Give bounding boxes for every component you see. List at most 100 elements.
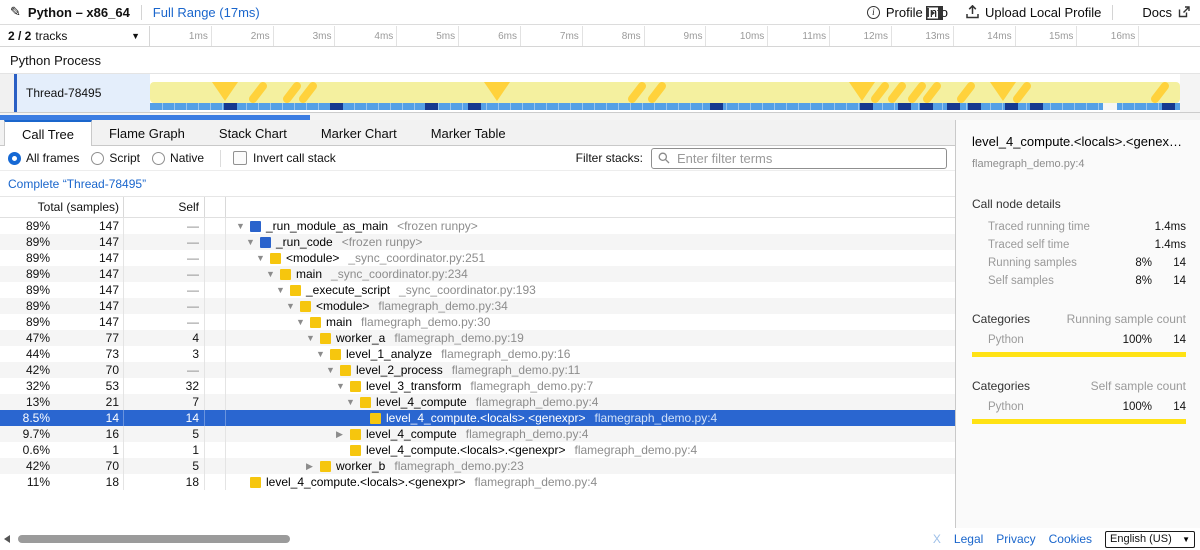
cell-function: ▼main_sync_coordinator.py:234 [226, 266, 955, 282]
expand-icon[interactable]: ▶ [336, 429, 350, 440]
collapse-icon[interactable]: ▼ [246, 237, 260, 247]
table-row[interactable]: 9.7%165▶level_4_computeflamegraph_demo.p… [0, 426, 955, 442]
thread-track[interactable]: Thread-78495 [0, 74, 1200, 112]
process-track[interactable]: Python Process [0, 47, 1200, 74]
total-count: 14 [50, 411, 123, 425]
table-row[interactable]: 42%70—▼level_2_processflamegraph_demo.py… [0, 362, 955, 378]
self-count: — [187, 363, 199, 377]
edit-pencil-icon[interactable]: ✎ [10, 5, 21, 20]
scroll-left-arrow-icon[interactable] [4, 535, 10, 543]
table-row[interactable]: 13%217▼level_4_computeflamegraph_demo.py… [0, 394, 955, 410]
tab-flame-graph[interactable]: Flame Graph [92, 120, 202, 145]
invert-call-stack-toggle[interactable]: Invert call stack [233, 151, 336, 165]
table-row[interactable]: 89%147—▼<module>flamegraph_demo.py:34 [0, 298, 955, 314]
radio-all-frames[interactable]: All frames [8, 151, 79, 165]
radio-script[interactable]: Script [91, 151, 140, 165]
table-row[interactable]: 89%147—▼main_sync_coordinator.py:234 [0, 266, 955, 282]
tracks-dropdown[interactable]: 2 / 2 tracks ▼ [0, 26, 150, 46]
language-select[interactable]: English (US) ▼ [1105, 531, 1195, 548]
ruler-tick-cell: 7ms [521, 26, 583, 46]
radio-button-icon[interactable] [91, 152, 104, 165]
frame-file: flamegraph_demo.py:23 [394, 459, 523, 473]
table-row[interactable]: 0.6%11level_4_compute.<locals>.<genexpr>… [0, 442, 955, 458]
collapse-icon[interactable]: ▼ [286, 301, 300, 311]
filter-input-box[interactable] [651, 148, 947, 169]
timeline-ruler-bar: 2 / 2 tracks ▼ 1ms2ms3ms4ms5ms6ms7ms8ms9… [0, 26, 1200, 47]
frame-category-swatch [350, 381, 361, 392]
table-row[interactable]: 89%147—▼_run_code<frozen runpy> [0, 234, 955, 250]
ruler-tick-cell: 15ms [1016, 26, 1078, 46]
table-row[interactable]: 89%147—▼_execute_script_sync_coordinator… [0, 282, 955, 298]
self-count: — [187, 235, 199, 249]
table-row[interactable]: 8.5%1414level_4_compute.<locals>.<genexp… [0, 410, 955, 426]
tab-stack-chart[interactable]: Stack Chart [202, 120, 304, 145]
upload-profile-button[interactable]: Upload Local Profile [966, 5, 1101, 20]
collapse-icon[interactable]: ▼ [276, 285, 290, 295]
cell-total-samples: 42%70 [0, 458, 124, 474]
collapse-icon[interactable]: ▼ [266, 269, 280, 279]
table-row[interactable]: 32%5332▼level_3_transformflamegraph_demo… [0, 378, 955, 394]
radio-button-icon[interactable] [8, 152, 21, 165]
collapse-icon[interactable]: ▼ [336, 381, 350, 391]
column-header-total[interactable]: Total (samples) [0, 197, 124, 217]
column-header-self[interactable]: Self [124, 197, 205, 217]
ruler-tick-cell: 16ms [1077, 26, 1139, 46]
category-value: 14 [1152, 334, 1186, 346]
collapse-icon[interactable]: ▼ [326, 365, 340, 375]
collapse-icon[interactable]: ▼ [256, 253, 270, 263]
total-percent: 47% [0, 331, 50, 345]
filter-stacks-input[interactable] [675, 150, 940, 167]
invert-checkbox[interactable] [233, 151, 247, 165]
table-row[interactable]: 11%1818level_4_compute.<locals>.<genexpr… [0, 474, 955, 490]
table-row[interactable]: 47%774▼worker_aflamegraph_demo.py:19 [0, 330, 955, 346]
ruler-tick-cell: 14ms [954, 26, 1016, 46]
table-row[interactable]: 89%147—▼<module>_sync_coordinator.py:251 [0, 250, 955, 266]
radio-native[interactable]: Native [152, 151, 204, 165]
open-sidebar-button[interactable] [926, 6, 943, 25]
collapse-icon[interactable]: ▼ [316, 349, 330, 359]
table-row[interactable]: 42%705▶worker_bflamegraph_demo.py:23 [0, 458, 955, 474]
expand-icon[interactable]: ▶ [306, 461, 320, 472]
cell-function: ▼level_1_analyzeflamegraph_demo.py:16 [226, 346, 955, 362]
footer-link-legal[interactable]: Legal [954, 532, 983, 546]
table-row[interactable]: 89%147—▼_run_module_as_main<frozen runpy… [0, 218, 955, 234]
thread-track-label[interactable]: Thread-78495 [17, 74, 150, 112]
collapse-icon[interactable]: ▼ [236, 221, 250, 231]
cell-self: 32 [124, 378, 205, 394]
full-range-link[interactable]: Full Range (17ms) [153, 5, 260, 20]
cell-total-samples: 32%53 [0, 378, 124, 394]
frame-file: _sync_coordinator.py:234 [331, 267, 468, 281]
footer-link-cookies[interactable]: Cookies [1049, 532, 1092, 546]
table-row[interactable]: 44%733▼level_1_analyzeflamegraph_demo.py… [0, 346, 955, 362]
frame-category-swatch [370, 413, 381, 424]
frame-name: level_4_compute [376, 395, 467, 409]
collapse-icon[interactable]: ▼ [296, 317, 310, 327]
frame-file: _sync_coordinator.py:251 [348, 251, 485, 265]
thread-activity-graph-container[interactable] [150, 74, 1200, 112]
timeline-scrollbar[interactable] [0, 112, 1200, 120]
complete-thread-link[interactable]: Complete “Thread-78495” [8, 177, 146, 191]
tab-call-tree[interactable]: Call Tree [4, 120, 92, 146]
collapse-icon[interactable]: ▼ [346, 397, 360, 407]
tab-marker-table[interactable]: Marker Table [414, 120, 523, 145]
table-row[interactable]: 89%147—▼mainflamegraph_demo.py:30 [0, 314, 955, 330]
ruler-tick-label: 6ms [498, 31, 517, 42]
horizontal-scrollbar-thumb[interactable] [18, 535, 290, 543]
thread-activity-graph[interactable] [150, 75, 1180, 111]
cell-function: level_4_compute.<locals>.<genexpr>flameg… [226, 442, 955, 458]
tab-label: Marker Table [431, 126, 506, 141]
frame-name: level_4_compute.<locals>.<genexpr> [266, 475, 465, 489]
ruler-tick-label: 12ms [863, 31, 887, 42]
footer-link-privacy[interactable]: Privacy [996, 532, 1035, 546]
call-node-details: Traced running time1.4msTraced self time… [972, 218, 1186, 290]
profiler-window: ✎ Python – x86_64 Full Range (17ms) i Pr… [0, 0, 1200, 550]
radio-button-icon[interactable] [152, 152, 165, 165]
frame-name: main [326, 315, 352, 329]
docs-button[interactable]: Docs [1142, 5, 1190, 20]
frame-file: <frozen runpy> [342, 235, 423, 249]
tab-marker-chart[interactable]: Marker Chart [304, 120, 414, 145]
footer-x-link[interactable]: X [933, 532, 941, 546]
tab-label: Stack Chart [219, 126, 287, 141]
total-count: 147 [50, 299, 123, 313]
collapse-icon[interactable]: ▼ [306, 333, 320, 343]
